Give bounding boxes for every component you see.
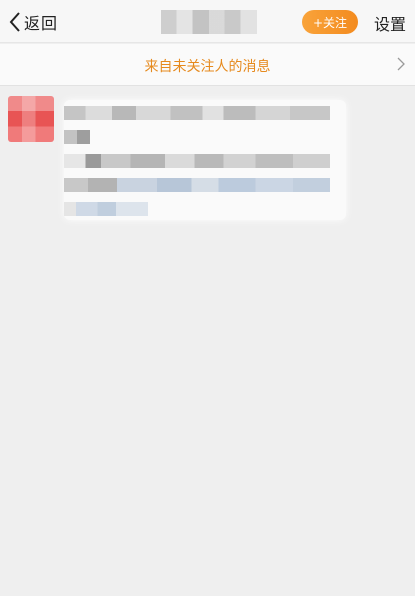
top-navigation-bar: 返回 +关注 设置	[0, 0, 415, 43]
message-bubble-redacted[interactable]	[64, 100, 346, 220]
chevron-left-icon	[9, 12, 20, 32]
settings-button[interactable]: 设置	[374, 11, 406, 35]
back-label: 返回	[24, 14, 59, 33]
follow-button[interactable]: +关注	[302, 10, 358, 34]
sender-avatar-redacted[interactable]	[8, 96, 54, 142]
back-button[interactable]: 返回	[8, 10, 58, 34]
chevron-right-icon	[397, 57, 405, 71]
redacted-link-line	[64, 178, 330, 192]
conversation-title-redacted	[161, 10, 257, 34]
unfollowed-messages-banner[interactable]: 来自未关注人的消息	[0, 44, 415, 86]
redacted-text-line	[64, 154, 330, 168]
redacted-text-line	[64, 130, 90, 144]
redacted-link-line	[64, 202, 148, 216]
banner-text: 来自未关注人的消息	[144, 59, 271, 75]
redacted-text-line	[64, 106, 330, 120]
